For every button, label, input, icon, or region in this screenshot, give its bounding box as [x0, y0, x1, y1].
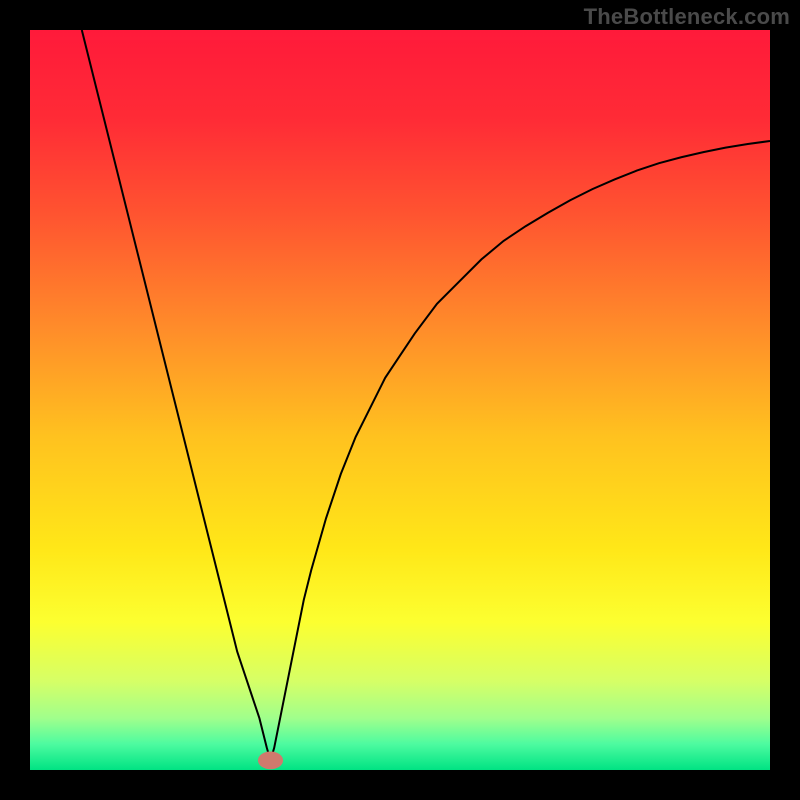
chart-plot-area — [30, 30, 770, 770]
chart-background — [30, 30, 770, 770]
chart-svg — [30, 30, 770, 770]
operating-point-marker — [258, 752, 283, 770]
watermark-text: TheBottleneck.com — [584, 4, 790, 30]
chart-frame: TheBottleneck.com — [0, 0, 800, 800]
